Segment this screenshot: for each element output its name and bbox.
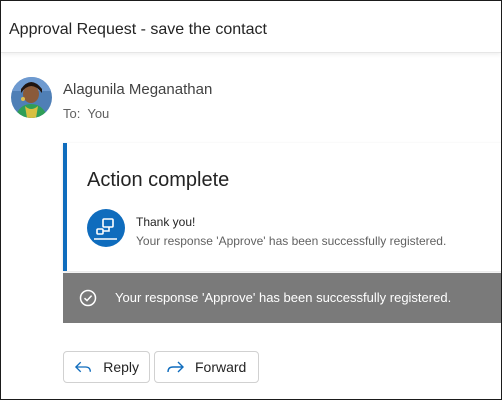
checkmark-circle-icon bbox=[79, 289, 97, 307]
reply-arrow-icon bbox=[74, 361, 91, 373]
subject-header: Approval Request - save the contact bbox=[1, 1, 501, 53]
reply-label: Reply bbox=[103, 359, 139, 375]
to-label: To: bbox=[63, 106, 81, 121]
avatar-photo bbox=[11, 77, 52, 118]
forward-button[interactable]: Forward bbox=[154, 351, 259, 383]
success-toast: Your response 'Approve' has been success… bbox=[63, 273, 501, 323]
email-subject: Approval Request - save the contact bbox=[9, 21, 267, 38]
forward-arrow-icon bbox=[167, 361, 184, 373]
email-reading-pane: Approval Request - save the contact Alag… bbox=[0, 0, 502, 400]
reply-button[interactable]: Reply bbox=[63, 351, 150, 383]
power-automate-flow-icon bbox=[87, 209, 125, 247]
forward-label: Forward bbox=[195, 359, 247, 375]
to-value[interactable]: You bbox=[87, 106, 109, 121]
card-thank-you: Thank you! bbox=[136, 215, 196, 229]
recipient-line: To: You bbox=[63, 106, 109, 121]
sender-avatar[interactable] bbox=[11, 77, 52, 118]
toast-message: Your response 'Approve' has been success… bbox=[115, 290, 452, 305]
action-card: Action complete Thank you! Your response… bbox=[63, 143, 501, 271]
card-heading: Action complete bbox=[87, 169, 230, 191]
sender-name[interactable]: Alagunila Meganathan bbox=[63, 81, 212, 98]
card-confirmation: Your response 'Approve' has been success… bbox=[136, 234, 447, 248]
